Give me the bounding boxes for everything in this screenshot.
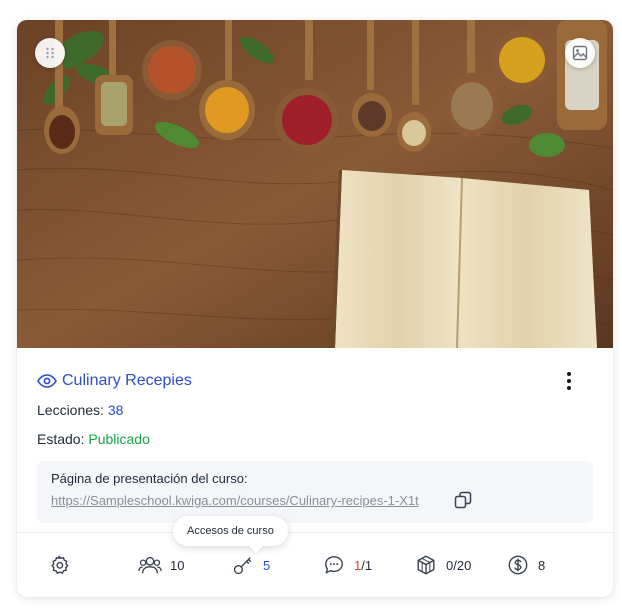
comments-count: 1/1 — [354, 558, 372, 573]
presentation-url-link[interactable]: https://Sampleschool.kwiga.com/courses/C… — [51, 493, 419, 508]
comments-stat[interactable]: 1/1 — [322, 550, 372, 580]
cube-icon — [414, 553, 438, 577]
card-divider — [17, 532, 613, 533]
presentation-page-box: Página de presentación del curso: https:… — [37, 461, 593, 523]
lessons-count: Lecciones: 38 — [37, 402, 123, 418]
presentation-label: Página de presentación del curso: — [51, 471, 248, 486]
copy-icon — [454, 491, 472, 509]
status-label: Estado: — [37, 431, 85, 447]
sales-count: 8 — [538, 557, 546, 573]
eye-icon — [37, 371, 57, 391]
course-title-row: Culinary Recepies — [37, 370, 593, 392]
students-stat[interactable]: 10 — [138, 550, 184, 580]
course-accesses-stat[interactable]: 5 — [231, 550, 270, 580]
course-card: Culinary Recepies Lecciones: 38 Estado: … — [17, 20, 613, 597]
drag-icon — [46, 47, 54, 59]
spices-and-book-illustration — [17, 20, 613, 348]
comments-total: /1 — [361, 557, 373, 573]
drag-handle-button[interactable] — [35, 38, 65, 68]
lessons-value: 38 — [107, 402, 124, 418]
sales-stat[interactable]: 8 — [506, 550, 545, 580]
accesses-tooltip: Accesos de curso — [173, 516, 288, 546]
dollar-icon — [506, 553, 530, 577]
copy-link-button[interactable] — [452, 489, 474, 511]
lessons-label: Lecciones: — [37, 402, 104, 418]
course-cover-image[interactable] — [17, 20, 613, 348]
accesses-count: 5 — [263, 557, 271, 573]
course-status: Estado: Publicado — [37, 431, 150, 447]
key-icon — [231, 553, 255, 577]
more-vertical-icon — [567, 372, 571, 390]
comment-icon — [322, 553, 346, 577]
modules-stat[interactable]: 0/20 — [414, 550, 471, 580]
course-stats-bar: 10 5 1/1 0/20 8 — [17, 550, 613, 580]
students-count: 10 — [170, 557, 185, 573]
image-icon — [572, 45, 588, 61]
more-options-button[interactable] — [557, 370, 581, 392]
users-icon — [138, 553, 162, 577]
gear-icon — [47, 553, 71, 577]
course-title-link[interactable]: Culinary Recepies — [62, 372, 192, 390]
settings-button[interactable] — [47, 550, 71, 580]
status-value: Publicado — [88, 431, 150, 447]
change-image-button[interactable] — [565, 38, 595, 68]
modules-count: 0/20 — [446, 557, 472, 573]
